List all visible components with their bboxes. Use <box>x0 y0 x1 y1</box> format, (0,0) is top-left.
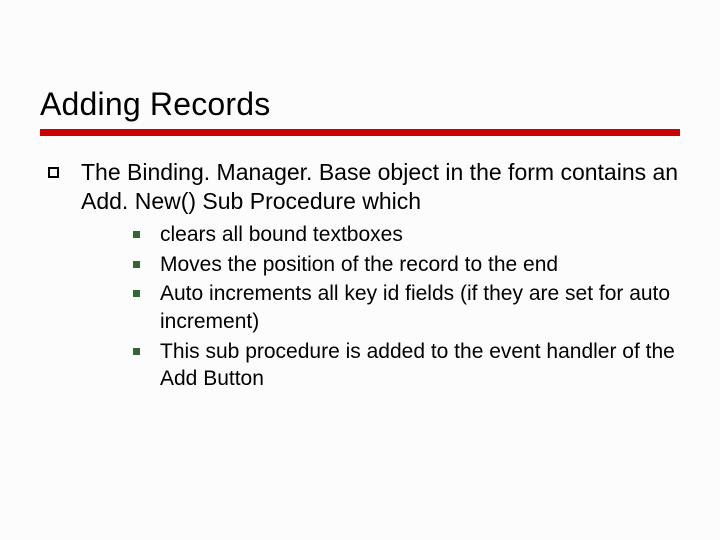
list-item: The Binding. Manager. Base object in the… <box>48 158 680 395</box>
small-square-bullet-icon <box>133 231 140 238</box>
list-item-text: The Binding. Manager. Base object in the… <box>81 158 680 217</box>
small-square-bullet-icon <box>133 261 140 268</box>
list-item-text: clears all bound textboxes <box>160 221 403 249</box>
title-underline <box>40 129 680 136</box>
bullet-list-level1: The Binding. Manager. Base object in the… <box>40 158 680 395</box>
small-square-bullet-icon <box>133 348 140 355</box>
slide: Adding Records The Binding. Manager. Bas… <box>0 0 720 540</box>
list-item: Moves the position of the record to the … <box>133 251 680 279</box>
list-item-text: Moves the position of the record to the … <box>160 251 558 279</box>
list-item-content: The Binding. Manager. Base object in the… <box>81 158 680 395</box>
list-item-text: This sub procedure is added to the event… <box>160 338 680 393</box>
square-bullet-icon <box>48 167 59 178</box>
list-item-text: Auto increments all key id fields (if th… <box>160 280 680 335</box>
slide-title: Adding Records <box>40 86 680 123</box>
bullet-list-level2: clears all bound textboxes Moves the pos… <box>81 221 680 393</box>
list-item: This sub procedure is added to the event… <box>133 338 680 393</box>
small-square-bullet-icon <box>133 290 140 297</box>
list-item: clears all bound textboxes <box>133 221 680 249</box>
list-item: Auto increments all key id fields (if th… <box>133 280 680 335</box>
